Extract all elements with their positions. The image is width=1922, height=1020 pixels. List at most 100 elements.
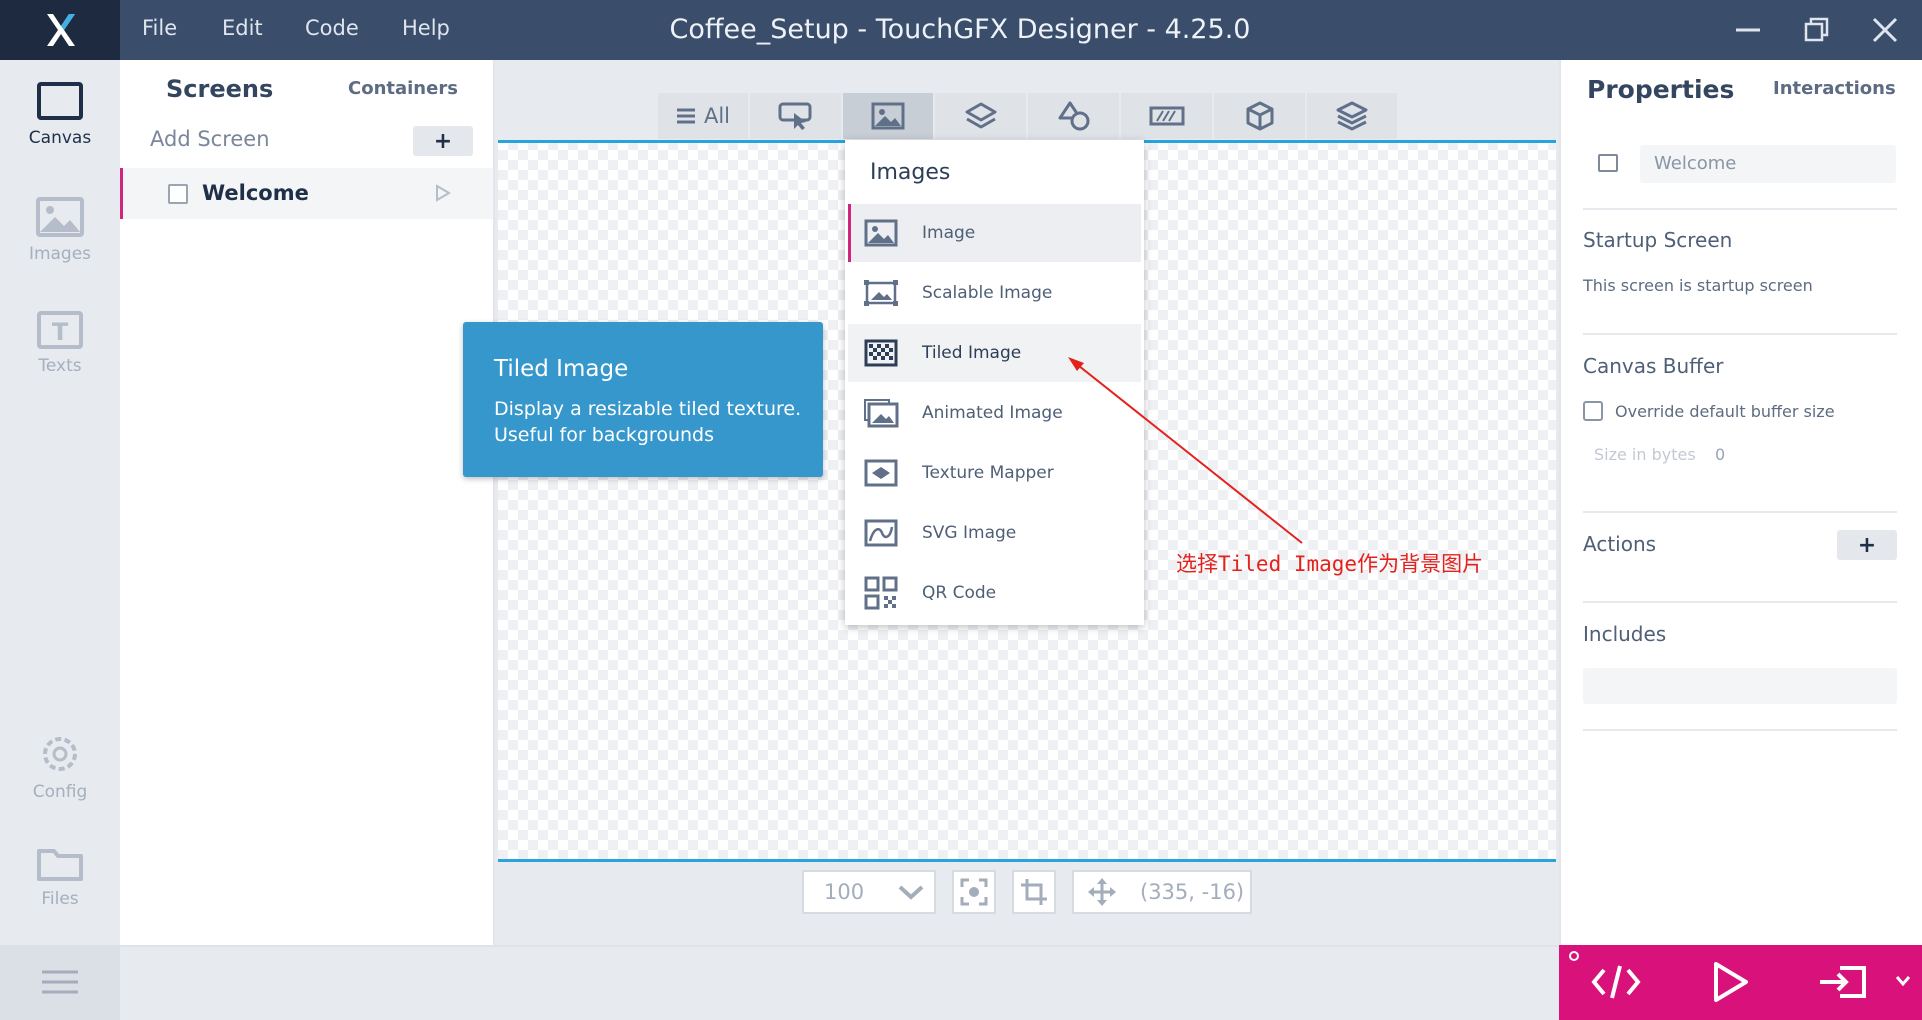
menu-edit[interactable]: Edit — [222, 16, 263, 40]
run-target-button[interactable] — [1818, 960, 1874, 1004]
text-icon: T — [37, 311, 83, 349]
canvas-buffer-heading: Canvas Buffer — [1583, 354, 1724, 378]
tab-interactions[interactable]: Interactions — [1773, 78, 1896, 99]
properties-panel — [1559, 60, 1922, 945]
dropdown-item-qr-code[interactable]: QR Code — [848, 564, 1141, 622]
annotation-text: 选择Tiled Image作为背景图片 — [1176, 552, 1484, 576]
rail-config[interactable]: Config — [0, 732, 120, 802]
divider — [1583, 208, 1897, 210]
tiled-image-icon — [848, 339, 904, 367]
export-icon — [1820, 966, 1866, 998]
list-icon — [676, 108, 695, 124]
includes-heading: Includes — [1583, 622, 1667, 646]
crop-button[interactable] — [1012, 870, 1056, 914]
close-button[interactable] — [1869, 14, 1901, 46]
gear-icon — [43, 737, 77, 771]
selection-accent — [120, 168, 123, 219]
layers-stack-icon — [1336, 101, 1368, 131]
widget-filter-misc[interactable] — [1307, 93, 1397, 139]
size-in-bytes-label: Size in bytes — [1594, 445, 1696, 464]
move-icon — [1088, 878, 1116, 906]
run-simulator-button[interactable] — [1708, 960, 1752, 1004]
rail-files[interactable]: Files — [0, 845, 120, 909]
divider — [1583, 601, 1897, 603]
menu-toggle[interactable] — [0, 945, 120, 1020]
fit-view-button[interactable] — [952, 870, 996, 914]
widget-filter-progress[interactable] — [1121, 93, 1212, 139]
includes-field[interactable] — [1583, 668, 1897, 704]
canvas-icon — [37, 82, 83, 120]
override-buffer-label: Override default buffer size — [1615, 402, 1835, 421]
widget-filter-shapes[interactable] — [1028, 93, 1119, 139]
restore-button[interactable] — [1801, 14, 1833, 46]
rail-texts[interactable]: T Texts — [0, 310, 120, 376]
status-dot-icon — [1568, 950, 1580, 962]
startup-screen-heading: Startup Screen — [1583, 228, 1733, 252]
screen-name: Welcome — [202, 181, 309, 205]
scalable-image-icon — [848, 278, 904, 308]
animated-image-icon — [848, 398, 904, 428]
add-action-button[interactable]: + — [1837, 530, 1897, 560]
divider — [1583, 729, 1897, 731]
tooltip-description: Display a resizable tiled texture. Usefu… — [494, 398, 802, 446]
widget-filter-buttons[interactable] — [750, 93, 841, 139]
chevron-down-icon[interactable] — [1894, 972, 1912, 990]
add-screen-button[interactable]: + — [413, 126, 473, 156]
button-click-icon — [778, 102, 811, 130]
screen-name-field[interactable]: Welcome — [1640, 145, 1896, 183]
rail-canvas[interactable]: Canvas — [0, 80, 120, 148]
override-buffer-checkbox[interactable] — [1583, 401, 1603, 421]
tab-containers[interactable]: Containers — [348, 78, 458, 99]
dropdown-item-scalable-image[interactable]: Scalable Image — [848, 264, 1141, 322]
widget-filter-containers[interactable] — [935, 93, 1026, 139]
cube-icon — [1246, 101, 1273, 131]
widget-filter-images[interactable] — [843, 93, 933, 139]
window-title: Coffee_Setup - TouchGFX Designer - 4.25.… — [669, 14, 1251, 45]
progress-bar-icon — [1149, 106, 1184, 126]
svg-image-icon — [848, 519, 904, 547]
tab-screens[interactable]: Screens — [166, 75, 273, 103]
add-screen-label: Add Screen — [150, 127, 270, 151]
generate-code-button[interactable] — [1590, 960, 1642, 1004]
canvas-border-bottom — [498, 859, 1556, 862]
position-readout[interactable]: (335, -16) — [1072, 870, 1252, 914]
divider — [1583, 511, 1897, 513]
menu-code[interactable]: Code — [305, 16, 359, 40]
play-icon — [1714, 962, 1748, 1002]
rail-images[interactable]: Images — [0, 196, 120, 264]
chevron-down-icon — [898, 885, 924, 900]
menu-file[interactable]: File — [142, 16, 177, 40]
texture-mapper-icon — [848, 459, 904, 487]
shapes-icon — [1058, 101, 1089, 131]
widget-filter-all[interactable]: All — [658, 93, 748, 139]
actions-heading: Actions — [1583, 532, 1657, 556]
size-in-bytes-value: 0 — [1715, 445, 1726, 464]
annotation-arrow — [1068, 357, 1303, 544]
screen-checkbox[interactable] — [168, 184, 188, 204]
image-icon — [848, 219, 904, 247]
status-bar — [120, 945, 1559, 1020]
tab-properties[interactable]: Properties — [1587, 75, 1734, 104]
menu-help[interactable]: Help — [402, 16, 450, 40]
dropdown-selection-accent — [848, 204, 851, 262]
layers-icon — [965, 102, 996, 129]
tooltip-title: Tiled Image — [494, 356, 629, 382]
minimize-button[interactable] — [1732, 14, 1764, 46]
qr-code-icon — [848, 576, 904, 610]
widget-filter-3d[interactable] — [1214, 93, 1305, 139]
dropdown-item-image[interactable]: Image — [848, 204, 1141, 262]
touchgfx-logo — [0, 0, 120, 60]
startup-screen-text: This screen is startup screen — [1583, 276, 1813, 295]
image-icon — [871, 102, 905, 130]
image-icon — [36, 197, 84, 237]
play-screen-icon[interactable] — [434, 184, 452, 202]
left-rail — [0, 60, 120, 945]
zoom-select[interactable]: 100 — [802, 870, 936, 914]
focus-icon — [960, 878, 988, 906]
crop-icon — [1021, 879, 1047, 905]
code-icon — [1591, 965, 1641, 999]
dropdown-title: Images — [870, 160, 951, 185]
screen-type-icon — [1598, 154, 1618, 172]
svg-text:T: T — [52, 318, 69, 346]
hamburger-icon — [42, 970, 78, 994]
